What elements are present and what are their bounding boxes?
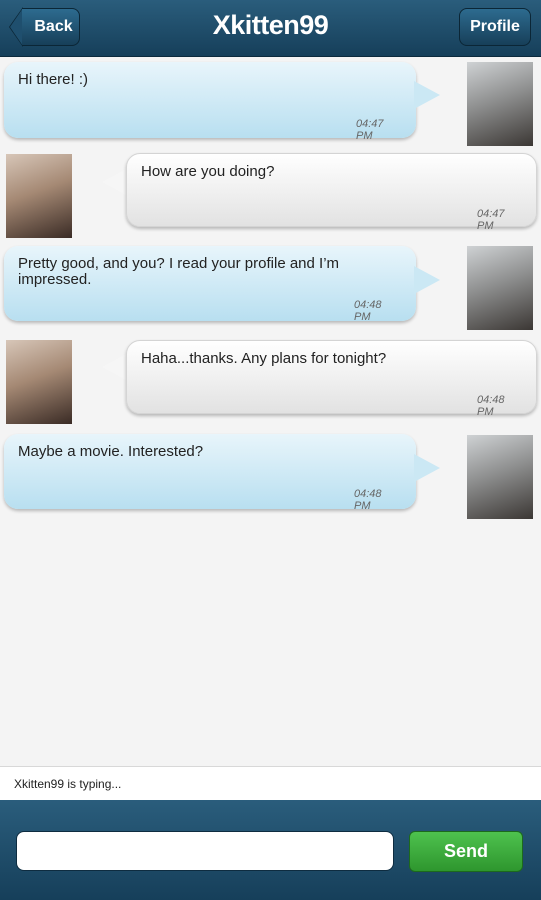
message-timestamp: 04:47 PM [356,118,384,142]
bubble-tail [414,266,440,294]
message-bubble: Hi there! :) [4,62,416,138]
send-button[interactable]: Send [409,831,523,872]
message-text: Pretty good, and you? I read your profil… [18,255,340,288]
message-text: Hi there! :) [18,71,89,88]
top-bar: Back Xkitten99 Profile [0,0,541,57]
avatar[interactable] [467,246,533,330]
bubble-tail [414,81,440,109]
avatar[interactable] [6,154,72,238]
bubble-tail [414,454,440,482]
message-bubble: Haha...thanks. Any plans for tonight? [126,340,537,414]
message-timestamp: 04:48 PM [354,299,382,323]
composer-bar: Send [0,800,541,900]
message-text: Haha...thanks. Any plans for tonight? [141,350,387,367]
avatar[interactable] [467,62,533,146]
message-input[interactable] [16,831,394,871]
message-timestamp: 04:48 PM [477,394,505,418]
typing-indicator: Xkitten99 is typing... [0,766,541,800]
message-bubble: How are you doing? [126,153,537,227]
message-timestamp: 04:48 PM [354,488,382,512]
bubble-tail [102,353,128,381]
bubble-tail [102,168,128,196]
avatar[interactable] [467,435,533,519]
profile-button[interactable]: Profile [459,8,531,46]
message-timestamp: 04:47 PM [477,208,505,232]
avatar[interactable] [6,340,72,424]
message-text: Maybe a movie. Interested? [18,443,204,460]
message-text: How are you doing? [141,163,275,180]
